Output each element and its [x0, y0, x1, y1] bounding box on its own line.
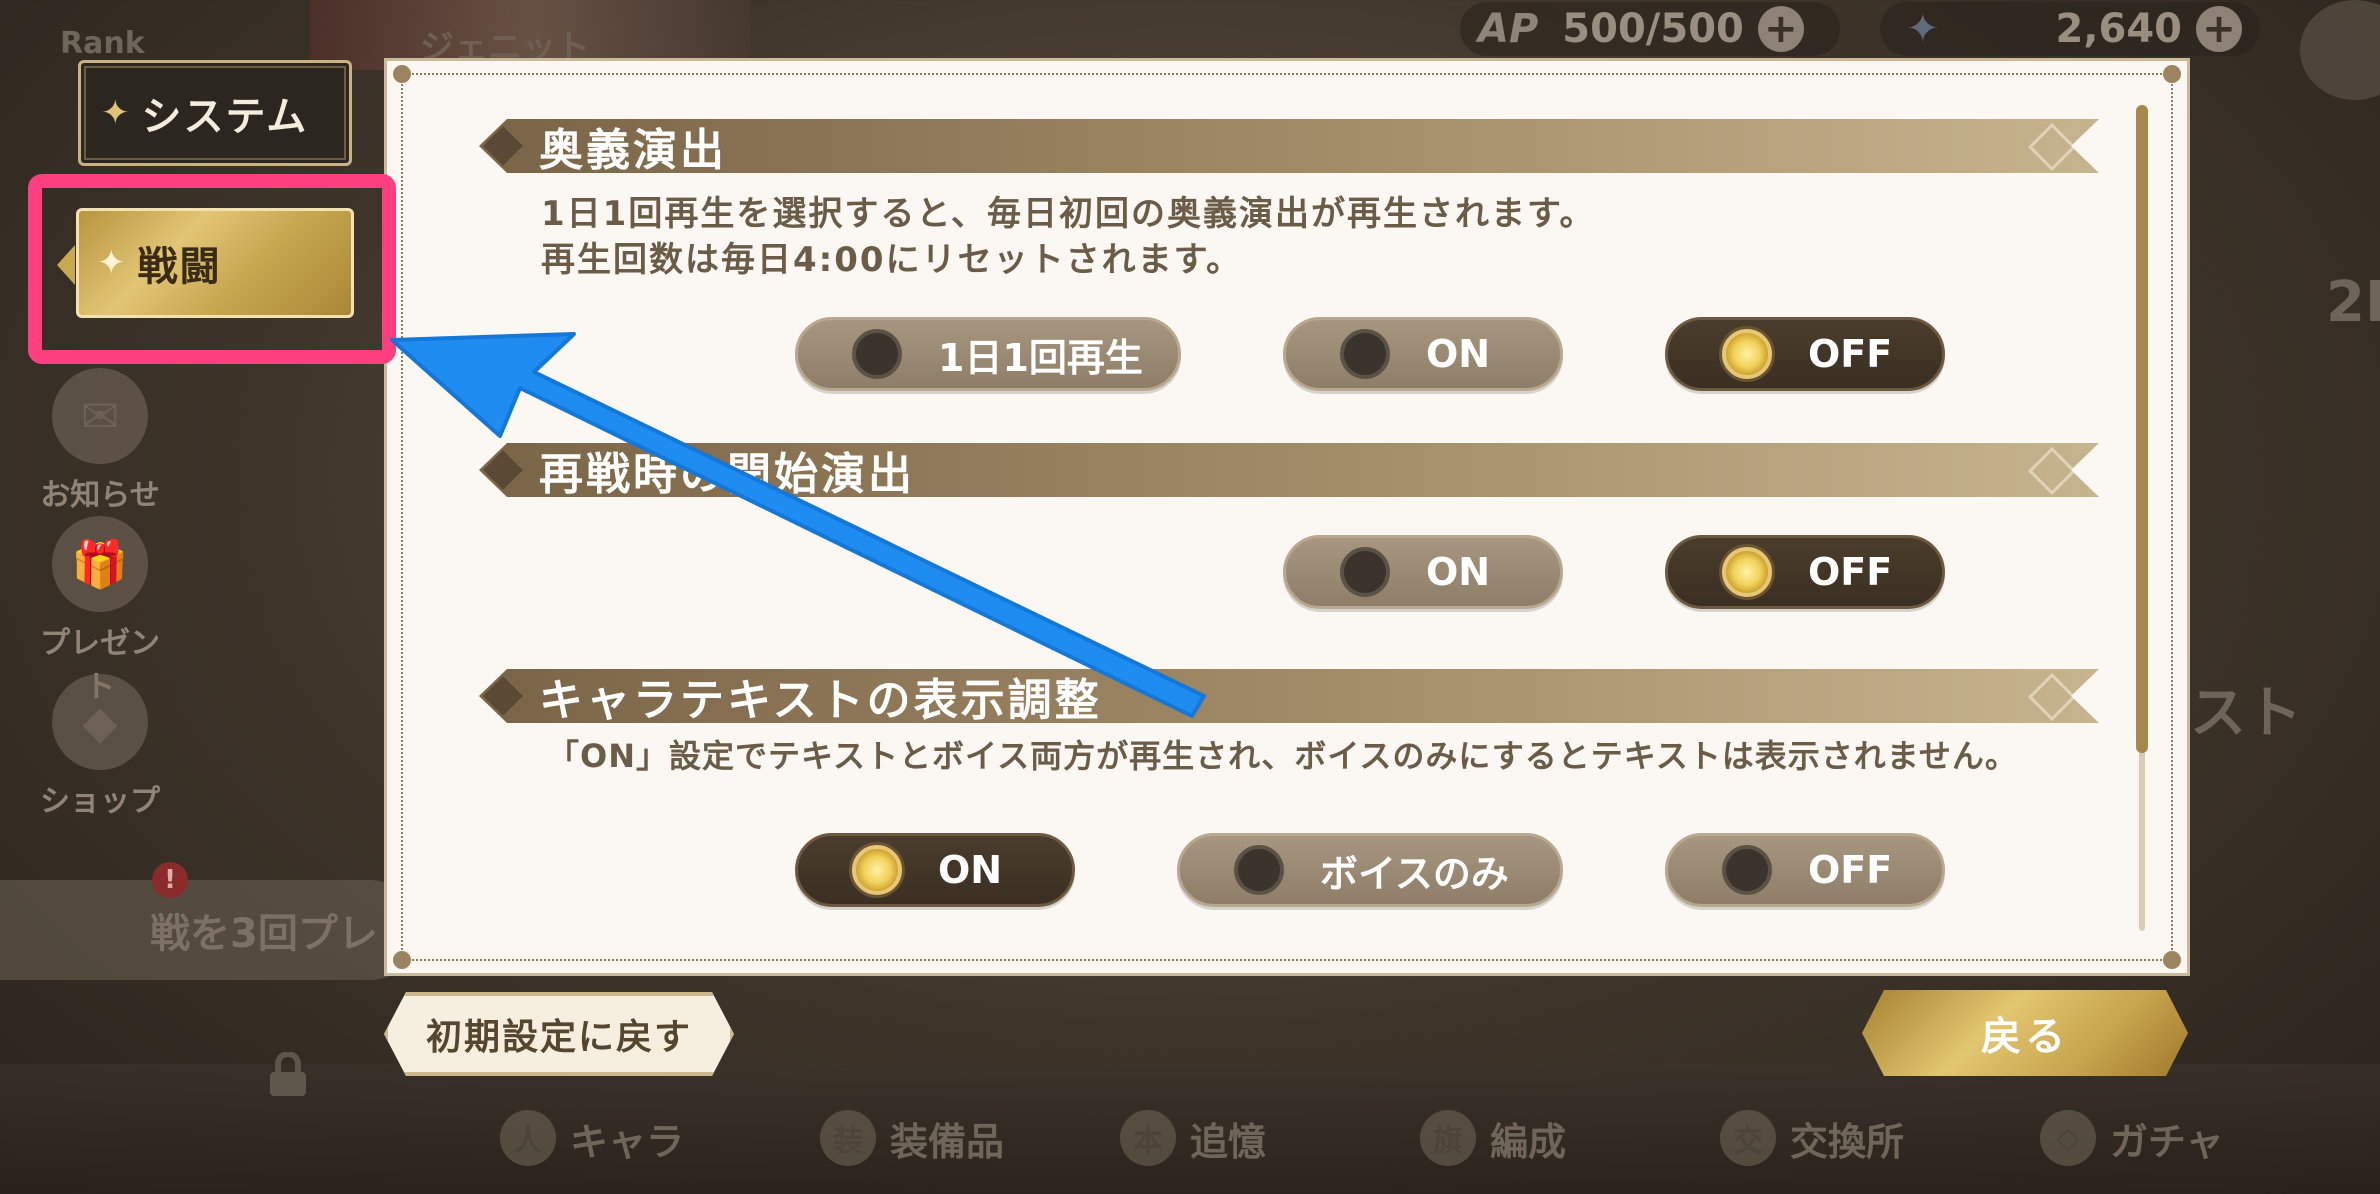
option-label: OFF [1808, 848, 1893, 892]
description-line: 再生回数は毎日4:00にリセットされます。 [541, 240, 1243, 280]
rank-label: Rank [60, 26, 145, 61]
section-title: キャラテキストの表示調整 [539, 675, 1102, 726]
option-label: OFF [1808, 550, 1893, 594]
news-sidebar-item[interactable]: ✉ お知らせ [40, 368, 160, 514]
gift-icon: 🎁 [52, 516, 148, 612]
section-header-chara-text: キャラテキストの表示調整 [479, 669, 2099, 723]
option-off-selected[interactable]: OFF [1665, 535, 1945, 609]
equipment-icon: 装 [820, 1110, 876, 1166]
gacha-icon: ◇ [2040, 1110, 2096, 1166]
option-off-selected[interactable]: OFF [1665, 317, 1945, 391]
ap-label: AP [1478, 6, 1539, 52]
gem-counter: ✦ 2,640 + [1880, 2, 2260, 56]
tab-system-label: システム [141, 94, 309, 140]
option-label: ON [1426, 332, 1491, 376]
corner-ornament-icon [393, 951, 411, 969]
diamond-ornament-icon [2028, 447, 2076, 495]
nav-memory-label: 追憶 [1190, 1119, 1267, 1164]
radio-selected-icon [1722, 547, 1772, 597]
exchange-icon: 交 [1720, 1110, 1776, 1166]
ap-counter: AP 500/500 + [1460, 2, 1840, 56]
ap-value: 500/500 [1562, 6, 1744, 52]
section-description: 1日1回再生を選択すると、毎日初回の奥義演出が再生されます。 再生回数は毎日4:… [541, 191, 1596, 283]
highlight-box [28, 174, 396, 364]
formation-icon: 旗 [1420, 1110, 1476, 1166]
option-label: OFF [1808, 332, 1893, 376]
gem-plus-icon[interactable]: + [2196, 6, 2242, 52]
section-header-special-move: 奥義演出 [479, 119, 2099, 173]
news-label: お知らせ [40, 478, 160, 513]
radio-icon [1722, 845, 1772, 895]
corner-ornament-icon [393, 65, 411, 83]
radio-icon [1340, 329, 1390, 379]
right-side-text-quest: スト [2190, 681, 2302, 746]
section-title: 奥義演出 [539, 125, 727, 176]
nav-chara-label: キャラ [570, 1119, 685, 1164]
option-off[interactable]: OFF [1665, 833, 1945, 907]
gem-value: 2,640 [2055, 6, 2182, 52]
diamond-ornament-icon [2028, 123, 2076, 171]
battle-settings-panel: 奥義演出 1日1回再生を選択すると、毎日初回の奥義演出が再生されます。 再生回数… [384, 58, 2190, 976]
radio-icon [1234, 845, 1284, 895]
gem-icon: ✦ [1906, 6, 1940, 52]
lock-icon [266, 1051, 310, 1098]
radio-icon [852, 329, 902, 379]
nav-exchange[interactable]: 交 交換所 [1720, 1110, 1904, 1166]
radio-icon [1340, 547, 1390, 597]
memory-icon: 本 [1120, 1110, 1176, 1166]
menu-icon[interactable] [2300, 0, 2380, 100]
nav-gacha[interactable]: ◇ ガチャ [2040, 1110, 2224, 1166]
description-line: 1日1回再生を選択すると、毎日初回の奥義演出が再生されます。 [541, 194, 1596, 234]
bottom-navigation: 人 キャラ 装 装備品 本 追憶 旗 編成 交 交換所 ◇ ガチャ [0, 1064, 2380, 1194]
chara-icon: 人 [500, 1110, 556, 1166]
shop-sidebar-item[interactable]: ◆ ショップ [40, 674, 160, 820]
option-on-selected[interactable]: ON [795, 833, 1075, 907]
shop-icon: ◆ [52, 674, 148, 770]
nav-equipment-label: 装備品 [890, 1119, 1005, 1164]
option-label: ON [938, 848, 1003, 892]
mission-text: 戦を3回プレ [150, 911, 378, 957]
nav-formation-label: 編成 [1490, 1119, 1567, 1164]
corner-ornament-icon [2163, 65, 2181, 83]
right-side-text-2d: 2D [2326, 270, 2380, 335]
option-voice-only[interactable]: ボイスのみ [1177, 833, 1563, 907]
option-on[interactable]: ON [1283, 535, 1563, 609]
section-title: 再戦時の開始演出 [539, 449, 915, 500]
section-description: 「ON」設定でテキストとボイス両方が再生され、ボイスのみにするとテキストは表示さ… [547, 733, 2018, 779]
mission-alert-badge: ! [152, 862, 188, 898]
option-label: ON [1426, 550, 1491, 594]
option-once-daily[interactable]: 1日1回再生 [795, 317, 1181, 391]
nav-memory[interactable]: 本 追憶 [1120, 1110, 1266, 1166]
nav-formation[interactable]: 旗 編成 [1420, 1110, 1566, 1166]
option-on[interactable]: ON [1283, 317, 1563, 391]
shop-label: ショップ [40, 784, 160, 819]
section-header-rematch-intro: 再戦時の開始演出 [479, 443, 2099, 497]
nav-chara[interactable]: 人 キャラ [500, 1110, 684, 1166]
radio-selected-icon [852, 845, 902, 895]
description-line: 「ON」設定でテキストとボイス両方が再生され、ボイスのみにするとテキストは表示さ… [547, 737, 2018, 775]
tab-system[interactable]: ✦ システム [78, 60, 352, 166]
back-button[interactable]: 戻る [1862, 990, 2188, 1076]
diamond-ornament-icon [2028, 673, 2076, 721]
nav-equipment[interactable]: 装 装備品 [820, 1110, 1004, 1166]
option-label: ボイスのみ [1320, 851, 1509, 896]
mail-icon: ✉ [52, 368, 148, 464]
option-label: 1日1回再生 [938, 335, 1143, 380]
corner-ornament-icon [2163, 951, 2181, 969]
reset-defaults-button[interactable]: 初期設定に戻す [384, 992, 734, 1076]
scrollbar-thumb[interactable] [2136, 105, 2148, 753]
nav-exchange-label: 交換所 [1790, 1119, 1905, 1164]
ap-plus-icon[interactable]: + [1757, 6, 1804, 52]
nav-gacha-label: ガチャ [2110, 1119, 2224, 1164]
sparkle-icon: ✦ [101, 93, 132, 133]
radio-selected-icon [1722, 329, 1772, 379]
mission-banner[interactable]: 戦を3回プレ [0, 880, 420, 980]
